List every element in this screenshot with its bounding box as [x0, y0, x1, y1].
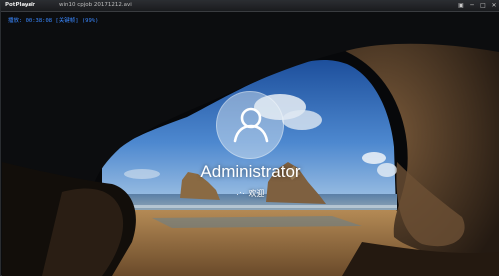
welcome-status: 欢迎 — [2, 188, 499, 199]
minimize-button[interactable]: ─ — [468, 2, 476, 10]
file-title: win10 cpjob 20171212.avi — [59, 2, 132, 8]
menu-button[interactable]: ull — [27, 2, 34, 8]
pin-icon[interactable]: ▣ — [457, 2, 465, 10]
title-bar[interactable]: PotPlayer ▾ ull win10 cpjob 20171212.avi… — [1, 1, 499, 12]
close-button[interactable]: ✕ — [490, 2, 498, 10]
welcome-label: 欢迎 — [248, 189, 265, 198]
user-silhouette-icon — [233, 107, 269, 143]
user-avatar[interactable] — [216, 91, 284, 159]
username-label: Administrator — [200, 162, 301, 181]
osd-status-text: 播放: 00:38:08 [关键帧] (99%) — [8, 18, 99, 24]
loading-spinner-icon — [236, 191, 247, 197]
maximize-button[interactable]: □ — [479, 2, 487, 10]
video-area[interactable]: 播放: 00:38:08 [关键帧] (99%) Administrator 欢… — [2, 12, 499, 276]
player-window: PotPlayer ▾ ull win10 cpjob 20171212.avi… — [0, 0, 499, 276]
